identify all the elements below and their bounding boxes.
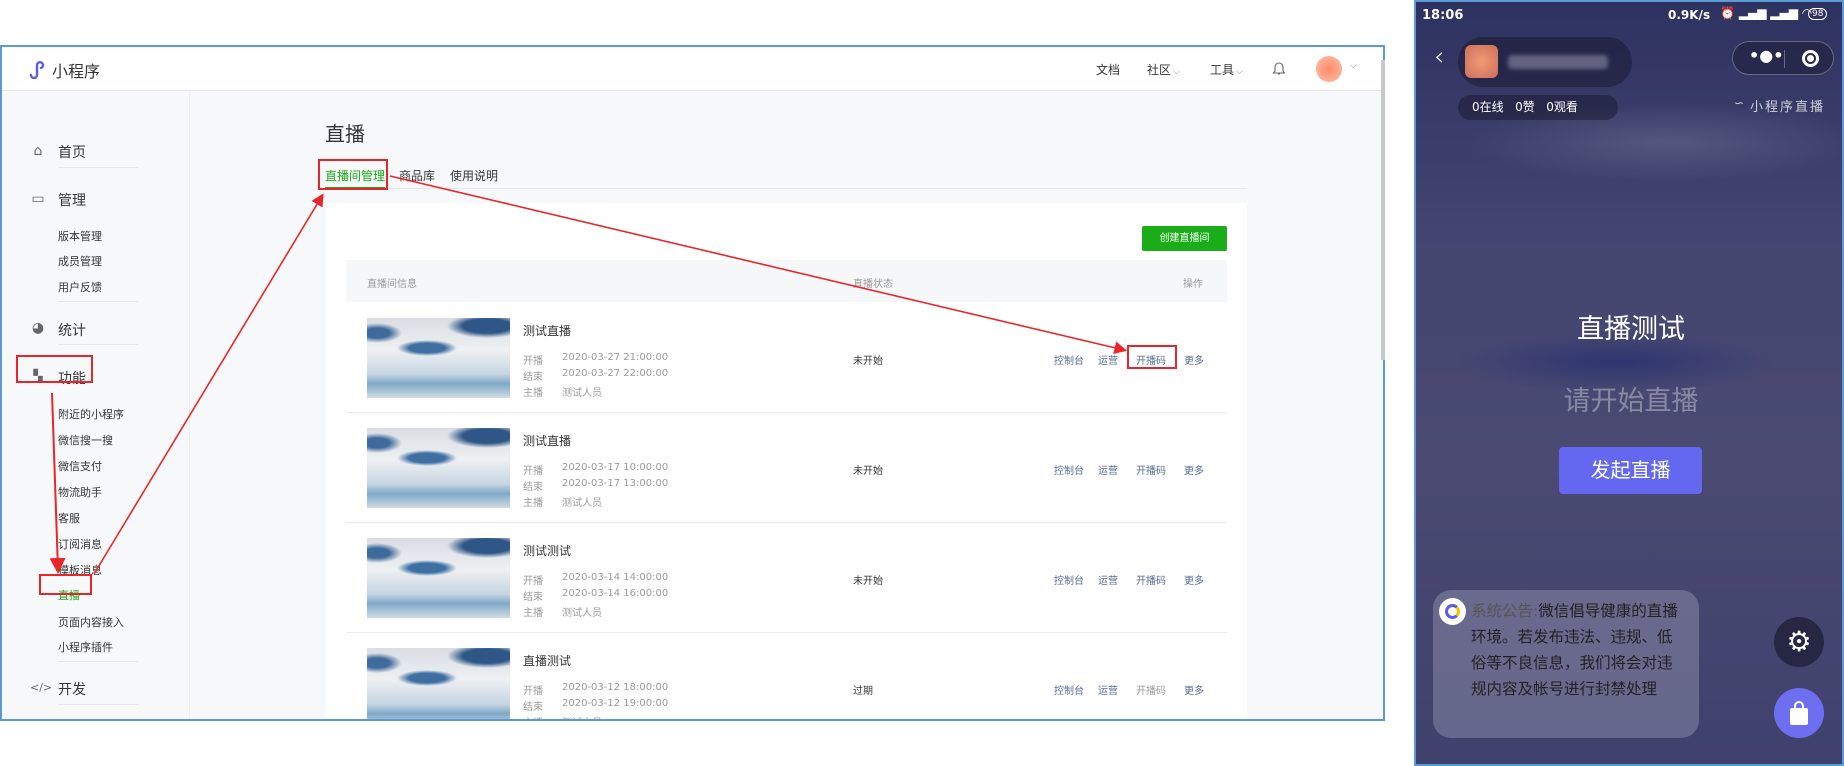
action-operations-link[interactable]: 运营 [1098, 352, 1118, 367]
action-console-link[interactable]: 控制台 [1054, 462, 1084, 477]
host-name: 测试人员 [562, 498, 602, 509]
action-more-link[interactable]: 更多 [1184, 572, 1204, 587]
end-time: 2020-03-17 13:00:00 [562, 478, 669, 489]
battery-indicator: 98 [1808, 8, 1828, 20]
start-time: 2020-03-12 18:00:00 [562, 682, 669, 693]
live-room-table: 测试直播 开播 2020-03-27 21:00:00 结束 2020-03-2… [0, 0, 1385, 719]
start-label: 开播 [523, 466, 543, 477]
live-room-title: 测试测试 [523, 544, 572, 558]
end-label: 结束 [523, 372, 543, 383]
row-divider [346, 412, 1227, 413]
host-avatar [1465, 45, 1498, 78]
host-label: 主播 [523, 388, 543, 399]
annotation-box-features [16, 355, 93, 383]
online-count: 0在线 [1472, 100, 1504, 114]
action-console-link[interactable]: 控制台 [1054, 352, 1084, 367]
end-time: 2020-03-27 22:00:00 [562, 368, 669, 379]
action-operations-link[interactable]: 运营 [1098, 682, 1118, 697]
scrollbar[interactable] [1381, 60, 1385, 360]
live-cover-image [367, 318, 510, 398]
start-label: 开播 [523, 576, 543, 587]
more-dots-icon[interactable]: •●• [1749, 46, 1783, 65]
host-name: 测试人员 [562, 388, 602, 399]
action-operations-link[interactable]: 运营 [1098, 462, 1118, 477]
start-time: 2020-03-27 21:00:00 [562, 352, 669, 363]
live-cover-image [367, 428, 510, 508]
notice-icon [1439, 598, 1466, 625]
live-room-title: 测试直播 [523, 324, 572, 338]
action-qrcode-link[interactable]: 开播码 [1136, 462, 1166, 477]
start-time: 2020-03-17 10:00:00 [562, 462, 669, 473]
action-qrcode-link[interactable]: 开播码 [1136, 572, 1166, 587]
live-cover-image [367, 538, 510, 618]
notice-label: 系统公告: [1471, 602, 1539, 620]
live-cover-image [367, 648, 510, 719]
end-label: 结束 [523, 702, 543, 713]
host-label: 主播 [523, 608, 543, 619]
action-operations-link[interactable]: 运营 [1098, 572, 1118, 587]
host-label: 主播 [523, 498, 543, 509]
shopping-bag-icon[interactable] [1774, 688, 1824, 738]
start-label: 开播 [523, 356, 543, 367]
close-target-icon[interactable] [1802, 50, 1819, 67]
start-time: 2020-03-14 14:00:00 [562, 572, 669, 583]
action-qrcode-link[interactable]: 开播码 [1136, 682, 1166, 697]
host-name: 测试人员 [562, 714, 602, 719]
capsule-divider [1784, 50, 1785, 68]
status-icons: ⏰ ▂▄▆ ▂▄▆ ◠ [1720, 6, 1813, 20]
system-notice: 系统公告:微信倡导健康的直播环境。若发布违法、违规、低俗等不良信息，我们将会对违… [1433, 590, 1699, 738]
start-prompt: 请开始直播 [1563, 386, 1699, 417]
live-room-title: 测试直播 [523, 434, 572, 448]
brand-label: 小程序直播 [1750, 100, 1826, 115]
host-name: 测试人员 [562, 608, 602, 619]
back-chevron-icon[interactable]: ‹ [1434, 42, 1444, 72]
action-console-link[interactable]: 控制台 [1054, 572, 1084, 587]
live-status: 未开始 [853, 576, 883, 587]
annotation-box-qrcode [1127, 345, 1177, 369]
live-status: 未开始 [853, 356, 883, 367]
capsule-menu: •●• [1732, 41, 1834, 75]
end-label: 结束 [523, 482, 543, 493]
end-time: 2020-03-14 16:00:00 [562, 588, 669, 599]
view-count: 0观看 [1546, 100, 1578, 114]
start-live-button[interactable]: 发起直播 [1559, 447, 1702, 494]
live-status: 未开始 [853, 466, 883, 477]
start-label: 开播 [523, 686, 543, 697]
live-room-title: 直播测试 [523, 654, 572, 668]
action-console-link[interactable]: 控制台 [1054, 682, 1084, 697]
phone-screen: 18:06 0.9K/s ⏰ ▂▄▆ ▂▄▆ ◠ 98 ‹ 0在线 0赞 0观看… [1414, 0, 1844, 766]
row-divider [346, 632, 1227, 633]
host-label: 主播 [523, 714, 543, 719]
status-speed: 0.9K/s [1668, 8, 1711, 22]
status-time: 18:06 [1422, 8, 1464, 23]
action-more-link[interactable]: 更多 [1184, 682, 1204, 697]
row-divider [346, 522, 1227, 523]
annotation-box-tab [318, 159, 388, 190]
like-count: 0赞 [1515, 100, 1535, 114]
live-stats: 0在线 0赞 0观看 [1458, 95, 1618, 120]
annotation-box-live [39, 574, 92, 595]
action-more-link[interactable]: 更多 [1184, 352, 1204, 367]
settings-gear-icon[interactable]: ⚙ [1774, 617, 1824, 667]
action-more-link[interactable]: 更多 [1184, 462, 1204, 477]
host-name-blurred [1508, 55, 1608, 69]
host-info-capsule[interactable] [1458, 37, 1632, 87]
miniprogram-logo-icon: ∽ [1734, 96, 1745, 110]
live-status: 过期 [853, 686, 873, 697]
room-title: 直播测试 [1577, 314, 1685, 345]
end-label: 结束 [523, 592, 543, 603]
end-time: 2020-03-12 19:00:00 [562, 698, 669, 709]
